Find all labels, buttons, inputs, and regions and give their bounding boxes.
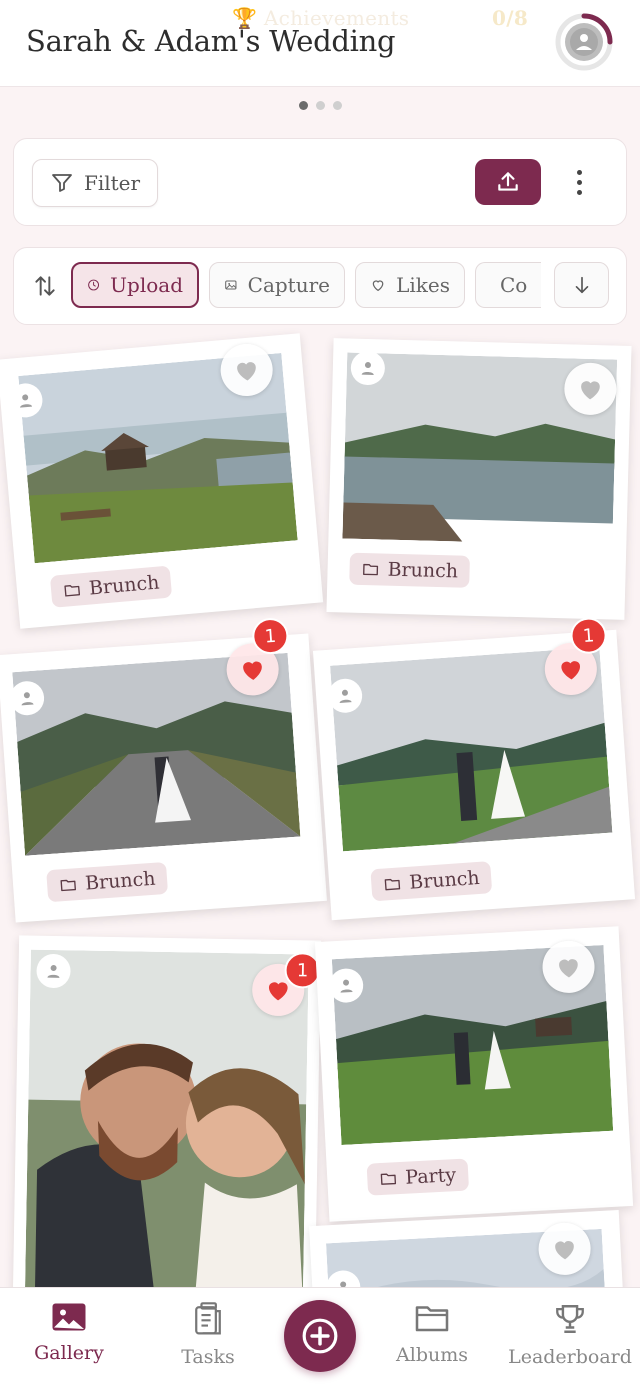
album-tag-label: Brunch (387, 558, 459, 583)
bottom-navigation: Gallery Tasks Albums Leaderboard (0, 1287, 640, 1386)
album-tag-label: Brunch (84, 867, 157, 895)
photo-card[interactable]: Brunch (326, 338, 632, 620)
upload-button[interactable] (475, 159, 541, 205)
nav-gallery-label: Gallery (34, 1342, 104, 1364)
album-tag[interactable]: Brunch (370, 861, 493, 902)
user-icon (339, 689, 352, 703)
heart-icon (237, 362, 256, 381)
sort-option-upload[interactable]: Upload (71, 262, 199, 308)
album-tag[interactable]: Brunch (349, 552, 471, 588)
nav-leaderboard[interactable]: Leaderboard (508, 1302, 632, 1368)
app-header: 🏆 Achievements 0/8 Sarah & Adam's Weddin… (0, 0, 640, 87)
folder-icon (64, 585, 81, 597)
sort-direction-toggle[interactable] (32, 273, 58, 303)
sort-option-label: Capture (247, 273, 330, 297)
sort-bar: Upload Capture Likes Co (13, 247, 627, 325)
clipboard-icon (195, 1302, 221, 1335)
sort-option-label: Upload (110, 273, 183, 297)
scroll-more-button[interactable] (554, 262, 609, 308)
achievements-count: 0/8 (492, 6, 529, 30)
folder-icon (415, 1306, 449, 1332)
photo-card[interactable]: 1 Brunch (0, 616, 327, 923)
filter-button[interactable]: Filter (32, 159, 158, 207)
page-title: Sarah & Adam's Wedding (26, 24, 396, 58)
album-tag-label: Brunch (88, 571, 161, 600)
page-dot[interactable] (298, 101, 308, 110)
heart-icon (555, 1241, 574, 1260)
album-tag[interactable]: Brunch (49, 565, 173, 608)
swap-vertical-icon (35, 276, 55, 296)
album-tag-label: Brunch (408, 866, 481, 894)
folder-icon (384, 878, 401, 891)
plus-circle-icon (302, 1318, 338, 1354)
photo-card[interactable]: Party (314, 926, 634, 1222)
sort-option-comments[interactable]: Co (475, 262, 541, 308)
folder-icon (363, 563, 379, 576)
nav-gallery[interactable]: Gallery (9, 1302, 129, 1364)
heart-icon (581, 381, 600, 400)
heart-filled-icon (561, 661, 580, 680)
heart-filled-icon (243, 661, 262, 680)
user-icon (340, 979, 353, 993)
trophy-icon (556, 1305, 584, 1333)
upload-icon (498, 172, 518, 191)
heart-icon (559, 959, 578, 978)
clock-icon (88, 279, 100, 291)
toolbar-card: Filter (13, 138, 627, 226)
photo-card[interactable]: 1 Brunch (312, 616, 636, 921)
filter-icon (52, 174, 72, 192)
folder-icon (380, 1173, 397, 1185)
sort-option-capture[interactable]: Capture (209, 262, 345, 308)
album-tag[interactable]: Brunch (46, 861, 169, 903)
user-icon (20, 394, 33, 408)
filter-label: Filter (83, 171, 141, 195)
user-icon (361, 362, 374, 375)
nav-tasks[interactable]: Tasks (148, 1302, 268, 1368)
sort-option-label: Likes (396, 273, 450, 297)
page-indicator[interactable] (0, 95, 640, 114)
nav-tasks-label: Tasks (181, 1346, 235, 1368)
folder-icon (60, 879, 76, 892)
more-options-button[interactable] (569, 164, 589, 200)
sort-option-label: Co (500, 273, 528, 297)
arrow-down-icon (575, 276, 588, 294)
user-icon (21, 692, 34, 706)
image-icon (225, 280, 237, 290)
album-tag[interactable]: Party (366, 1158, 469, 1196)
user-icon (47, 964, 60, 978)
add-photo-button[interactable] (284, 1300, 356, 1372)
page-dot[interactable] (315, 101, 325, 110)
nav-albums[interactable]: Albums (372, 1302, 492, 1366)
nav-leaderboard-label: Leaderboard (508, 1346, 632, 1368)
album-tag-label: Party (404, 1164, 457, 1189)
sort-option-likes[interactable]: Likes (355, 262, 465, 308)
photo-card[interactable]: 1 (12, 935, 322, 1301)
heart-outline-icon (372, 280, 384, 292)
photo-card[interactable]: Brunch (0, 333, 324, 629)
gallery-icon (52, 1303, 86, 1331)
more-vertical-icon (576, 169, 582, 175)
page-dot[interactable] (332, 101, 342, 110)
profile-avatar-button[interactable] (555, 13, 613, 71)
nav-albums-label: Albums (396, 1344, 468, 1366)
